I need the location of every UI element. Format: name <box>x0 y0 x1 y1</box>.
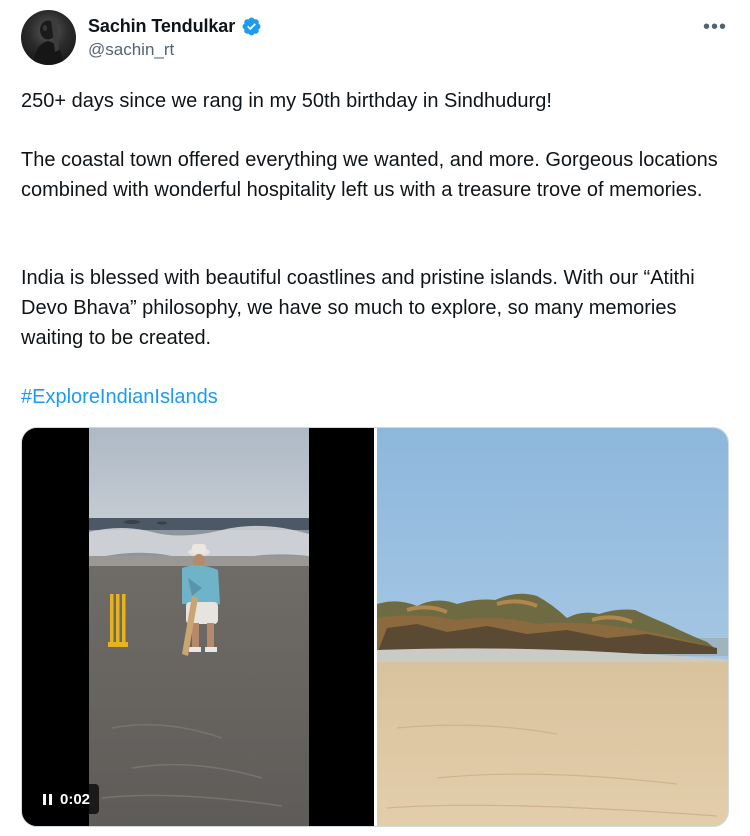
author-name[interactable]: Sachin Tendulkar <box>88 16 235 37</box>
pause-button[interactable]: 0:02 <box>34 784 100 814</box>
more-options-button[interactable]: ••• <box>702 14 728 40</box>
more-icon: ••• <box>702 16 727 38</box>
media-grid: 0:02 <box>21 427 729 827</box>
tweet-card[interactable]: Sachin Tendulkar @sachin_rt ••• 250+ day… <box>0 0 750 836</box>
verified-badge-icon <box>242 17 261 35</box>
video-timestamp: 0:02 <box>60 790 91 808</box>
hashtag-link[interactable]: #ExploreIndianIslands <box>21 382 218 412</box>
author-block: Sachin Tendulkar @sachin_rt <box>88 14 262 60</box>
avatar[interactable] <box>21 10 76 65</box>
tweet-paragraph: 250+ days since we rang in my 50th birth… <box>21 90 552 112</box>
beach-photo[interactable] <box>377 428 728 826</box>
author-handle[interactable]: @sachin_rt <box>88 40 262 60</box>
pause-icon <box>43 793 52 805</box>
tweet-paragraph: India is blessed with beautiful coastlin… <box>21 267 695 349</box>
video-player[interactable]: 0:02 <box>22 428 374 826</box>
tweet-paragraph: The coastal town offered everything we w… <box>21 149 718 201</box>
